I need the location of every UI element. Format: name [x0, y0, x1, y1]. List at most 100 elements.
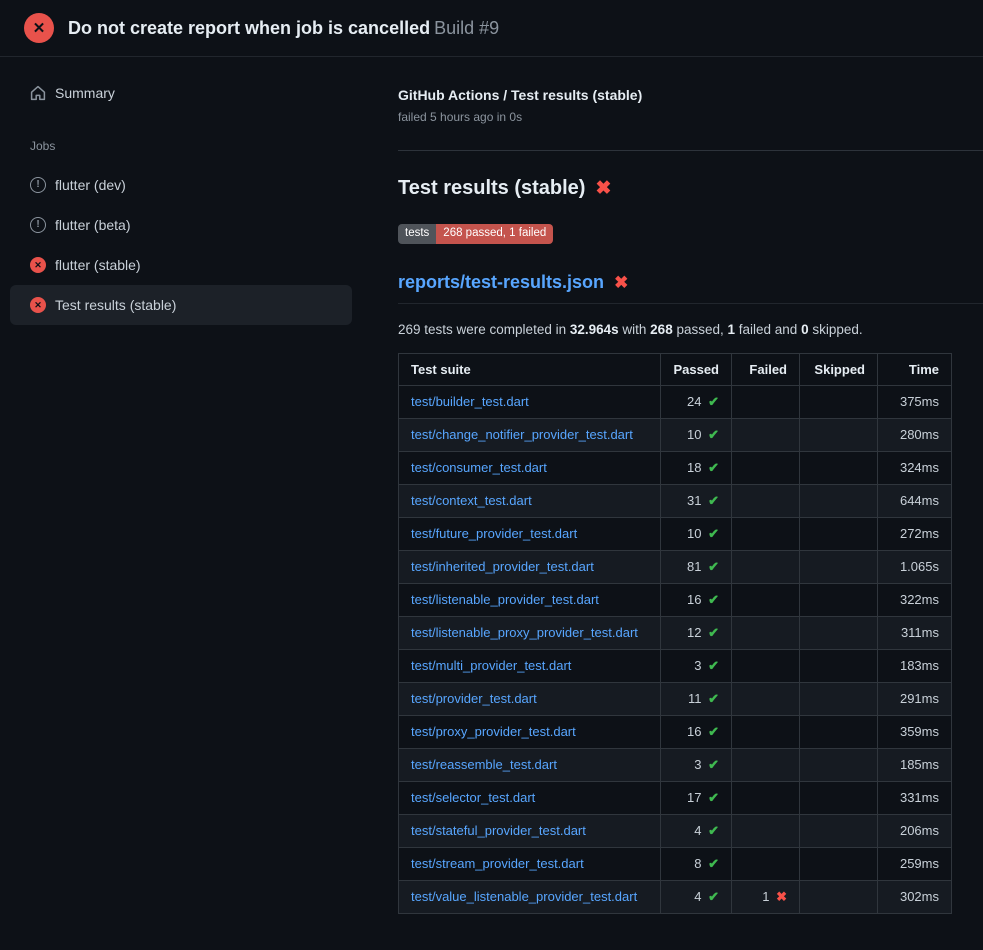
sidebar-item-job-flutter-beta[interactable]: ! flutter (beta) — [10, 205, 352, 245]
col-header-passed: Passed — [661, 353, 732, 385]
check-icon: ✔ — [708, 889, 719, 904]
suite-link[interactable]: test/multi_provider_test.dart — [411, 658, 571, 673]
table-row: test/stream_provider_test.dart8 ✔259ms — [399, 847, 952, 880]
failed-cell — [732, 550, 800, 583]
passed-cell: 31 ✔ — [661, 484, 732, 517]
time-cell: 359ms — [878, 715, 952, 748]
table-row: test/selector_test.dart17 ✔331ms — [399, 781, 952, 814]
report-heading: reports/test-results.json ✖ — [398, 272, 983, 304]
table-row: test/consumer_test.dart 18 ✔ 324ms — [399, 451, 952, 484]
skipped-cell — [800, 583, 878, 616]
breadcrumb: GitHub Actions / Test results (stable) — [398, 87, 952, 103]
skipped-cell — [800, 748, 878, 781]
passed-cell: 16 ✔ — [661, 715, 732, 748]
skipped-cell — [800, 484, 878, 517]
failed-cell — [732, 781, 800, 814]
suite-cell: test/future_provider_test.dart — [399, 517, 661, 550]
sidebar-item-job-test-results-stable[interactable]: ✕ Test results (stable) — [10, 285, 352, 325]
summary-text: skipped. — [809, 322, 863, 337]
check-icon: ✔ — [708, 460, 719, 475]
job-status-icon: ✕ — [30, 297, 46, 313]
table-row: test/future_provider_test.dart10 ✔272ms — [399, 517, 952, 550]
suite-link[interactable]: test/consumer_test.dart — [411, 460, 547, 475]
table-row: test/builder_test.dart24 ✔375ms — [399, 385, 952, 418]
suite-link[interactable]: test/future_provider_test.dart — [411, 526, 577, 541]
passed-cell: 18 ✔ — [661, 451, 732, 484]
build-header: ✕ Do not create report when job is cance… — [0, 0, 983, 57]
suite-link[interactable]: test/listenable_proxy_provider_test.dart — [411, 625, 638, 640]
sidebar-item-job-flutter-dev[interactable]: ! flutter (dev) — [10, 165, 352, 205]
job-status-icon: ✕ — [30, 257, 46, 273]
suite-link[interactable]: test/value_listenable_provider_test.dart — [411, 889, 637, 904]
skipped-cell — [800, 649, 878, 682]
suite-cell: test/listenable_proxy_provider_test.dart — [399, 616, 661, 649]
time-cell: 324ms — [878, 451, 952, 484]
col-header-failed: Failed — [732, 353, 800, 385]
check-icon: ✔ — [708, 394, 719, 409]
table-row: test/listenable_proxy_provider_test.dart… — [399, 616, 952, 649]
suite-link[interactable]: test/stream_provider_test.dart — [411, 856, 584, 871]
sidebar-item-job-flutter-stable[interactable]: ✕ flutter (stable) — [10, 245, 352, 285]
suite-cell: test/multi_provider_test.dart — [399, 649, 661, 682]
suite-link[interactable]: test/context_test.dart — [411, 493, 532, 508]
skipped-cell — [800, 550, 878, 583]
passed-cell: 8 ✔ — [661, 847, 732, 880]
suite-link[interactable]: test/proxy_provider_test.dart — [411, 724, 576, 739]
table-row: test/change_notifier_provider_test.dart1… — [399, 418, 952, 451]
summary-duration: 32.964s — [570, 322, 619, 337]
time-cell: 272ms — [878, 517, 952, 550]
time-cell: 185ms — [878, 748, 952, 781]
time-cell: 302ms — [878, 880, 952, 913]
failed-cell — [732, 616, 800, 649]
skipped-cell — [800, 517, 878, 550]
suite-link[interactable]: test/builder_test.dart — [411, 394, 529, 409]
section-title: Test results (stable) ✖ — [398, 177, 952, 200]
skipped-cell — [800, 781, 878, 814]
passed-cell: 4 ✔ — [661, 880, 732, 913]
failed-cell — [732, 748, 800, 781]
passed-cell: 3 ✔ — [661, 748, 732, 781]
time-cell: 644ms — [878, 484, 952, 517]
failed-cell — [732, 583, 800, 616]
section-title-text: Test results (stable) — [398, 177, 585, 200]
report-file-link[interactable]: reports/test-results.json — [398, 272, 604, 293]
passed-cell: 81 ✔ — [661, 550, 732, 583]
check-icon: ✔ — [708, 856, 719, 871]
table-row: test/provider_test.dart11 ✔291ms — [399, 682, 952, 715]
summary-text: passed, — [673, 322, 728, 337]
skipped-cell — [800, 715, 878, 748]
test-results-table: Test suite Passed Failed Skipped Time te… — [398, 353, 952, 914]
check-icon: ✔ — [708, 691, 719, 706]
suite-link[interactable]: test/reassemble_test.dart — [411, 757, 557, 772]
suite-link[interactable]: test/listenable_provider_test.dart — [411, 592, 599, 607]
table-row: test/multi_provider_test.dart3 ✔183ms — [399, 649, 952, 682]
skipped-cell — [800, 847, 878, 880]
time-cell: 375ms — [878, 385, 952, 418]
suite-link[interactable]: test/provider_test.dart — [411, 691, 537, 706]
passed-cell: 3 ✔ — [661, 649, 732, 682]
suite-link[interactable]: test/selector_test.dart — [411, 790, 535, 805]
failed-cell — [732, 715, 800, 748]
skipped-cell — [800, 451, 878, 484]
home-icon — [30, 85, 46, 101]
sidebar-item-summary[interactable]: Summary — [10, 73, 352, 113]
failed-cell — [732, 517, 800, 550]
col-header-time: Time — [878, 353, 952, 385]
summary-text: failed and — [735, 322, 801, 337]
check-icon: ✔ — [708, 790, 719, 805]
skipped-cell — [800, 682, 878, 715]
check-icon: ✔ — [708, 823, 719, 838]
summary-text: 269 tests were completed in — [398, 322, 570, 337]
job-label: flutter (beta) — [55, 217, 130, 233]
failed-cell — [732, 682, 800, 715]
suite-link[interactable]: test/inherited_provider_test.dart — [411, 559, 594, 574]
skipped-cell — [800, 385, 878, 418]
suite-link[interactable]: test/change_notifier_provider_test.dart — [411, 427, 633, 442]
check-icon: ✔ — [708, 559, 719, 574]
time-cell: 331ms — [878, 781, 952, 814]
summary-skipped-count: 0 — [801, 322, 809, 337]
failed-cell: 1 ✖ — [732, 880, 800, 913]
passed-cell: 12 ✔ — [661, 616, 732, 649]
suite-link[interactable]: test/stateful_provider_test.dart — [411, 823, 586, 838]
skipped-cell — [800, 418, 878, 451]
